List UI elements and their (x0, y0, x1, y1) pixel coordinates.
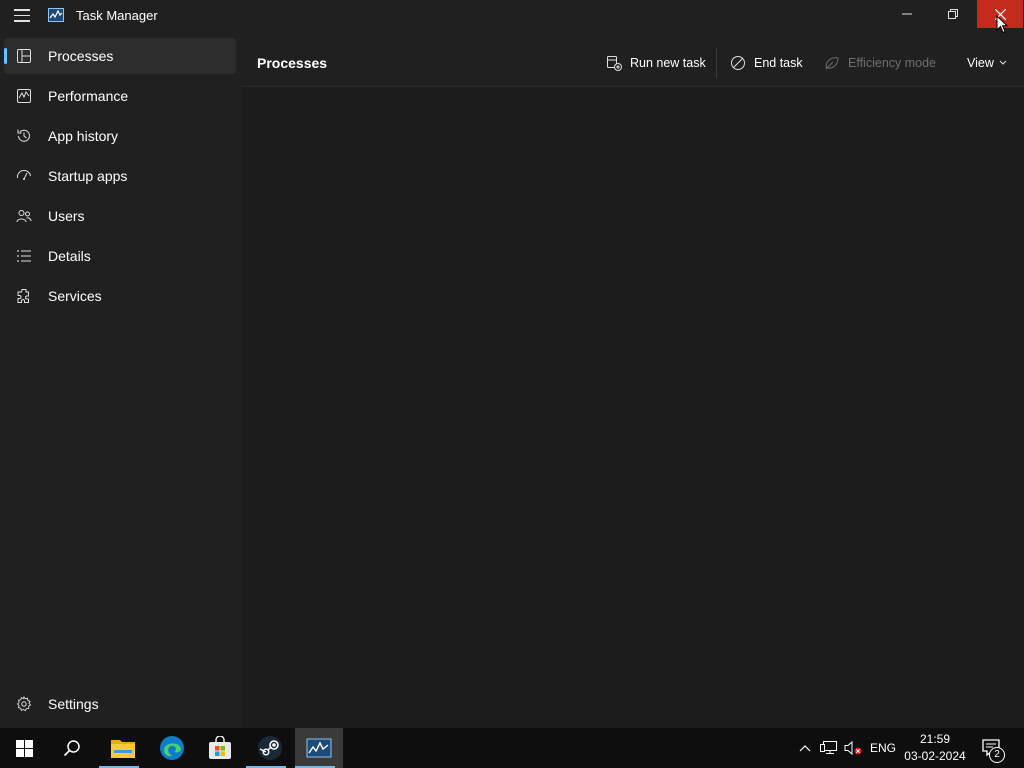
clock-button[interactable]: 21:59 03-02-2024 (900, 731, 970, 765)
end-task-button[interactable]: End task (730, 50, 803, 76)
hamburger-menu-icon[interactable] (14, 9, 32, 23)
efficiency-mode-button[interactable]: Efficiency mode (824, 50, 936, 76)
settings-label: Settings (48, 696, 99, 712)
search-icon (63, 740, 80, 757)
details-icon (17, 250, 31, 262)
sidebar-item-label: Processes (48, 48, 114, 64)
task-manager-app-icon (48, 8, 64, 22)
store-icon (209, 736, 231, 759)
window-title: Task Manager (76, 8, 158, 23)
sidebar-item-label: Performance (48, 88, 129, 104)
file-explorer-taskbar-button[interactable] (99, 728, 147, 768)
steam-taskbar-button[interactable] (246, 728, 294, 768)
view-label: View (967, 56, 994, 70)
users-icon (16, 210, 32, 223)
page-title: Processes (257, 55, 328, 71)
view-dropdown-button[interactable]: View (967, 50, 1015, 76)
language-label: ENG (870, 741, 897, 755)
volume-muted-icon (844, 740, 862, 756)
edge-taskbar-button[interactable] (148, 728, 196, 768)
run-new-task-button[interactable]: Run new task (606, 50, 706, 76)
start-button[interactable] (0, 728, 48, 768)
sidebar-item-app-history[interactable]: App history (4, 118, 236, 154)
end-task-label: End task (754, 56, 803, 70)
app-history-icon (17, 129, 30, 142)
sidebar-item-label: App history (48, 128, 119, 144)
notification-count-badge: 2 (989, 747, 1005, 763)
main-content: Processes Run new task End task Efficien… (242, 38, 1024, 728)
windows-start-icon (15, 739, 33, 757)
services-icon (17, 289, 29, 303)
leaf-icon (825, 57, 839, 70)
file-explorer-icon (111, 740, 135, 758)
microsoft-store-taskbar-button[interactable] (196, 728, 244, 768)
active-indicator (4, 48, 7, 64)
chevron-up-icon (799, 745, 811, 752)
restore-button[interactable] (930, 0, 976, 28)
sidebar-item-label: Startup apps (48, 168, 128, 184)
sidebar-item-settings[interactable]: Settings (4, 686, 236, 722)
restore-icon (948, 9, 958, 19)
steam-icon (258, 736, 282, 760)
sidebar-item-processes[interactable]: Processes (4, 38, 236, 74)
sidebar-item-details[interactable]: Details (4, 238, 236, 274)
task-manager-taskbar-button[interactable] (295, 728, 343, 768)
network-icon (820, 741, 837, 754)
performance-icon (17, 89, 31, 103)
chevron-down-icon (999, 60, 1007, 65)
minimize-button[interactable] (884, 0, 930, 28)
show-hidden-icons-button[interactable] (796, 728, 814, 768)
title-bar: Task Manager (0, 0, 1024, 32)
run-new-task-icon (607, 56, 622, 71)
toolbar-divider (716, 48, 717, 78)
process-list-area (242, 87, 1024, 728)
run-new-task-label: Run new task (630, 56, 706, 70)
clock-date: 03-02-2024 (904, 749, 966, 763)
task-manager-icon (306, 738, 332, 758)
sidebar-item-label: Details (48, 248, 91, 264)
sidebar: Processes Performance App history Startu… (0, 32, 242, 728)
edge-icon (160, 736, 184, 760)
sidebar-item-label: Users (48, 208, 85, 224)
startup-apps-icon (16, 170, 31, 180)
input-language-button[interactable]: ENG (870, 728, 896, 768)
search-button[interactable] (48, 728, 96, 768)
clock-time: 21:59 (919, 732, 951, 746)
gear-icon (16, 696, 32, 712)
sidebar-item-performance[interactable]: Performance (4, 78, 236, 114)
network-tray-button[interactable] (818, 728, 840, 768)
sidebar-item-startup-apps[interactable]: Startup apps (4, 158, 236, 194)
end-task-icon (731, 56, 745, 70)
volume-tray-button[interactable] (842, 728, 864, 768)
processes-icon (17, 49, 31, 63)
sidebar-item-users[interactable]: Users (4, 198, 236, 234)
sidebar-item-label: Services (48, 288, 102, 304)
taskbar: ENG 21:59 03-02-2024 2 (0, 728, 1024, 768)
efficiency-mode-label: Efficiency mode (848, 56, 937, 70)
sidebar-item-services[interactable]: Services (4, 278, 236, 314)
minimize-icon (902, 13, 912, 15)
page-header: Processes Run new task End task Efficien… (242, 38, 1024, 87)
mouse-cursor-icon (996, 15, 1008, 34)
